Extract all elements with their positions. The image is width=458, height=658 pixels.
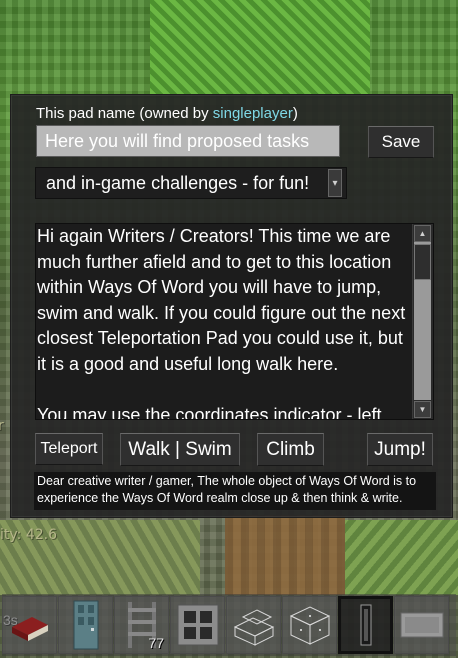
hotbar-slot-stone-slab[interactable] — [394, 596, 449, 654]
inventory-hotbar: 3s 77 — [2, 594, 456, 656]
challenge-select[interactable]: and in-game challenges - for fun! ▾ — [35, 167, 347, 199]
ladder-count: 77 — [148, 635, 164, 651]
hotbar-slot-glass-stairs[interactable] — [226, 596, 281, 654]
book-icon — [11, 617, 48, 641]
description-paragraph: You may use the coordinates indicator - … — [37, 404, 387, 420]
tree-trunk-block — [225, 515, 345, 595]
door-icon — [73, 600, 98, 650]
leaves-block-right — [345, 520, 458, 595]
owner-name: singleplayer — [212, 105, 293, 122]
save-button[interactable]: Save — [368, 126, 434, 158]
pad-name-input[interactable] — [36, 125, 340, 157]
stone-slab-icon — [400, 612, 443, 638]
hotbar-slot-window[interactable] — [170, 596, 225, 654]
jump-button[interactable]: Jump! — [367, 433, 433, 466]
glass-stairs-icon — [233, 609, 274, 646]
teleport-pad-icon — [360, 604, 371, 646]
hotbar-slot-glass-block[interactable] — [282, 596, 337, 654]
grass-block-area — [150, 0, 370, 95]
pad-name-label: This pad name (owned by singleplayer) — [36, 105, 298, 122]
pad-label-prefix: This pad name (owned by — [36, 105, 213, 122]
scroll-down-arrow-icon[interactable]: ▼ — [414, 401, 431, 418]
scroll-up-arrow-icon[interactable]: ▲ — [414, 225, 431, 242]
teleport-button[interactable]: Teleport — [35, 433, 103, 465]
description-scrollbar[interactable]: ▲ ▼ — [412, 224, 433, 419]
hotbar-slot-book[interactable] — [2, 596, 57, 654]
hotbar-slot-teleport-pad[interactable] — [338, 596, 393, 654]
chevron-down-icon[interactable]: ▾ — [328, 169, 342, 197]
hotbar-slot-ladder[interactable]: 77 — [114, 596, 169, 654]
description-paragraph: Hi again Writers / Creators! This time w… — [37, 226, 406, 374]
scrollbar-thumb[interactable] — [414, 244, 431, 280]
description-text: Hi again Writers / Creators! This time w… — [37, 224, 415, 420]
hud-left-letter: r — [0, 418, 4, 434]
window-icon — [177, 604, 218, 646]
glass-block-icon — [289, 606, 330, 645]
description-textarea[interactable]: Hi again Writers / Creators! This time w… — [35, 223, 434, 420]
teleport-pad-dialog: This pad name (owned by singleplayer) Sa… — [10, 94, 453, 518]
footer-note: Dear creative writer / gamer, The whole … — [34, 472, 436, 510]
challenge-select-value: and in-game challenges - for fun! — [46, 172, 310, 193]
hud-stat-readout: ity: 42.6 — [0, 527, 57, 543]
walk-swim-button[interactable]: Walk | Swim — [120, 433, 240, 466]
hotbar-slot-door[interactable] — [58, 596, 113, 654]
climb-button[interactable]: Climb — [257, 433, 324, 466]
pad-label-suffix: ) — [292, 105, 298, 122]
